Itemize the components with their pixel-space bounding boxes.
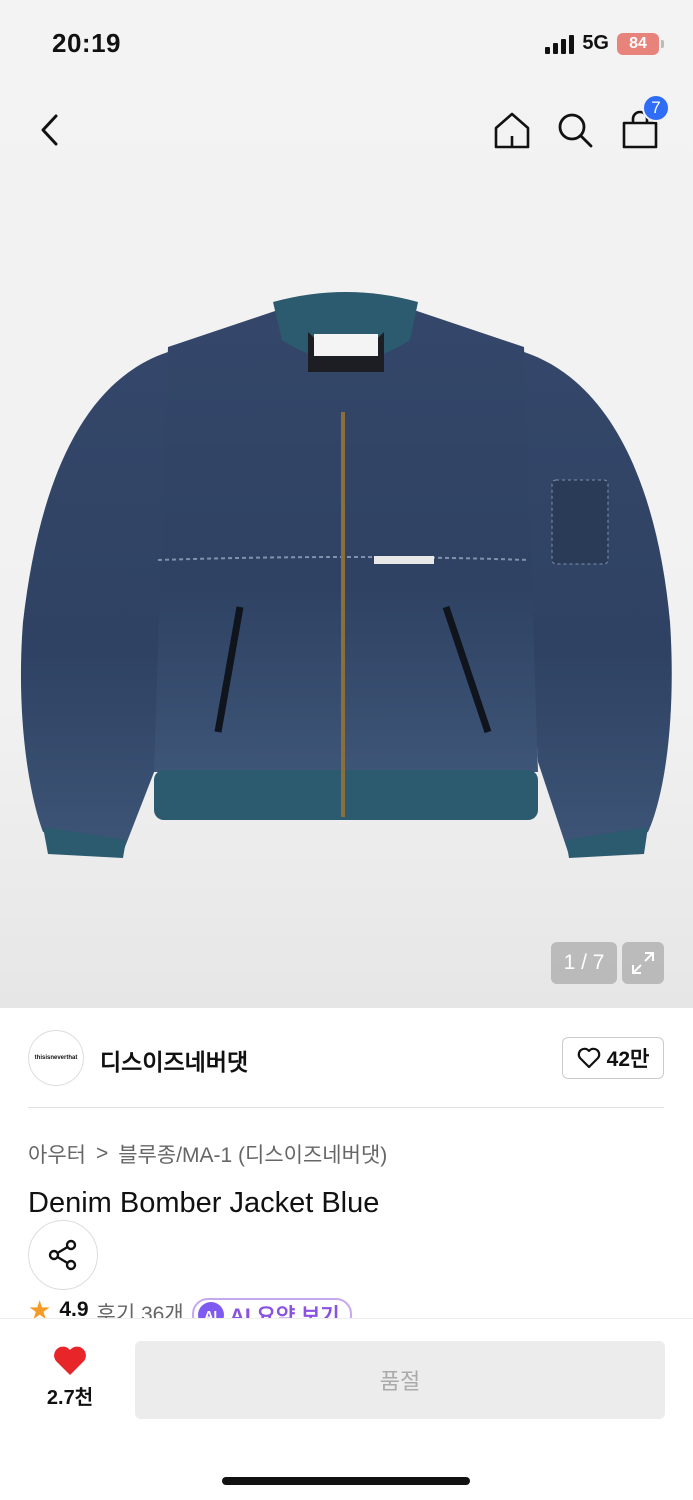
- home-indicator[interactable]: [222, 1477, 470, 1485]
- heart-filled-icon: [54, 1346, 86, 1375]
- status-indicators: 5G 84: [545, 32, 664, 55]
- brand-logo-text: thisisneverthat: [34, 1055, 78, 1061]
- status-bar: 20:19 5G 84: [0, 0, 693, 80]
- section-divider: [28, 1107, 664, 1108]
- brand-like-count: 42만: [606, 1048, 650, 1071]
- brand-row: thisisneverthat 디스이즈네버댓 42만: [28, 1030, 664, 1086]
- expand-icon[interactable]: [622, 942, 664, 984]
- chevron-left-icon: [41, 114, 58, 146]
- battery-icon: 84: [617, 32, 664, 55]
- breadcrumb: 아우터 > 블루종/MA-1 (디스이즈네버댓): [28, 1139, 387, 1169]
- breadcrumb-category[interactable]: 아우터: [28, 1139, 86, 1169]
- search-icon: [558, 113, 593, 148]
- product-photo-jacket[interactable]: [18, 292, 674, 862]
- brand-like-button[interactable]: 42만: [562, 1037, 664, 1079]
- image-counter: 1 / 7: [551, 942, 617, 984]
- share-icon: [48, 1239, 77, 1271]
- signal-icon: [545, 34, 575, 54]
- sold-out-button[interactable]: 품절: [135, 1341, 665, 1419]
- top-nav: 7: [0, 94, 693, 160]
- product-title: Denim Bomber Jacket Blue: [28, 1187, 380, 1219]
- home-button[interactable]: [484, 100, 540, 160]
- search-button[interactable]: [547, 100, 603, 160]
- status-time: 20:19: [52, 28, 121, 58]
- heart-outline-icon: [577, 1047, 600, 1069]
- wishlist-button[interactable]: 2.7천: [28, 1345, 112, 1415]
- wishlist-count: 2.7천: [46, 1387, 94, 1409]
- brand-name[interactable]: 디스이즈네버댓: [100, 1043, 248, 1077]
- home-icon: [494, 112, 530, 149]
- back-button[interactable]: [22, 100, 78, 160]
- bottom-action-bar: 2.7천 품절: [0, 1318, 693, 1500]
- cart-button[interactable]: 7: [612, 94, 670, 160]
- cart-count-badge: 7: [642, 94, 670, 122]
- brand-logo[interactable]: thisisneverthat: [28, 1030, 84, 1086]
- breadcrumb-separator: >: [95, 1142, 109, 1165]
- network-type: 5G: [582, 32, 609, 54]
- battery-level: 84: [629, 34, 647, 52]
- breadcrumb-subcategory[interactable]: 블루종/MA-1 (디스이즈네버댓): [118, 1139, 387, 1169]
- share-button[interactable]: [28, 1220, 98, 1290]
